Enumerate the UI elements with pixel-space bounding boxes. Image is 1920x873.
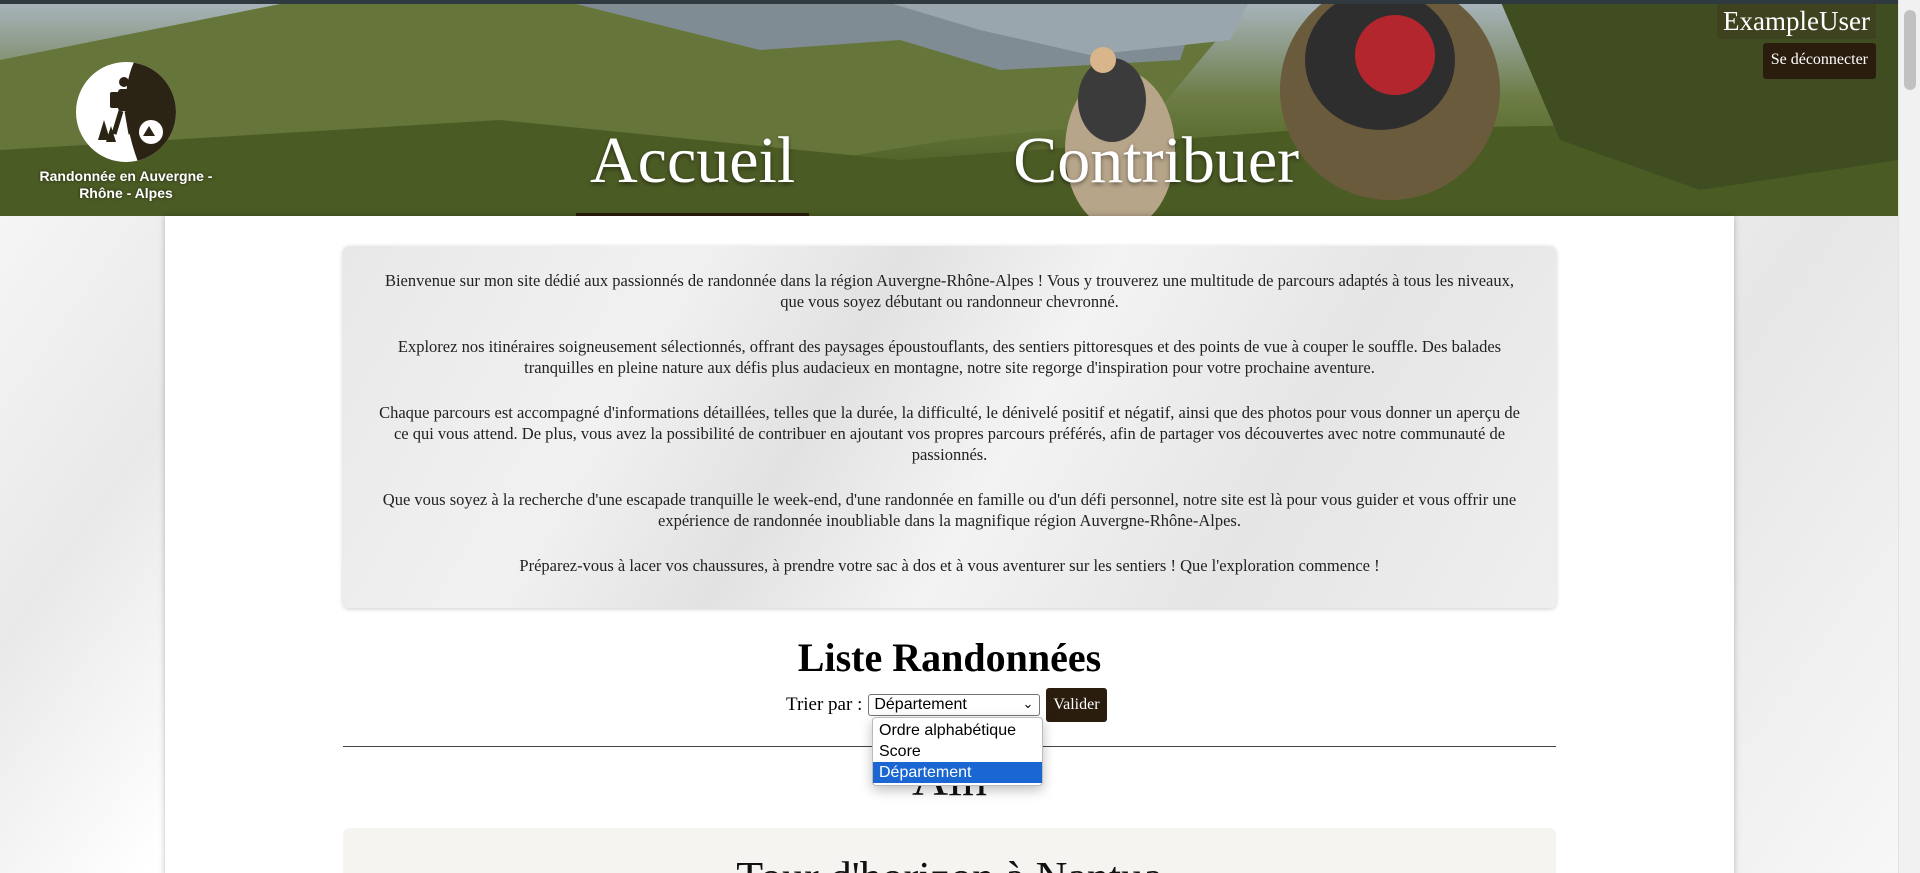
sort-select-value: Département xyxy=(874,696,967,713)
sort-option-score[interactable]: Score xyxy=(873,741,1042,762)
intro-panel: Bienvenue sur mon site dédié aux passion… xyxy=(343,246,1556,608)
top-border xyxy=(0,0,1898,4)
user-box: ExampleUser Se déconnecter xyxy=(1717,4,1876,79)
list-title: Liste Randonnées xyxy=(797,635,1102,680)
intro-paragraph: Que vous soyez à la recherche d'une esca… xyxy=(382,490,1517,530)
sort-select[interactable]: Département ⌄ xyxy=(868,694,1041,716)
scrollbar-thumb[interactable] xyxy=(1904,10,1916,90)
valider-button[interactable]: Valider xyxy=(1046,688,1107,722)
logo-text: Randonnée en Auvergne - Rhône - Alpes xyxy=(39,168,213,201)
hike-card[interactable]: Tour d'horizon à Nantua xyxy=(343,828,1556,873)
page-scrollbar[interactable] xyxy=(1898,0,1920,873)
username: ExampleUser xyxy=(1717,4,1876,39)
intro-paragraph: Explorez nos itinéraires soigneusement s… xyxy=(397,337,1502,377)
nav-contribuer[interactable]: Contribuer xyxy=(999,123,1313,216)
sort-label: Trier par : xyxy=(786,694,863,715)
sort-option-departement[interactable]: Département xyxy=(873,762,1042,783)
sort-dropdown-list: Ordre alphabétique Score Département xyxy=(872,717,1043,786)
intro-paragraph: Préparez-vous à lacer vos chaussures, à … xyxy=(519,556,1380,575)
intro-paragraph: Bienvenue sur mon site dédié aux passion… xyxy=(384,271,1515,311)
chevron-down-icon: ⌄ xyxy=(1022,696,1034,711)
site-logo[interactable]: Randonnée en Auvergne - Rhône - Alpes xyxy=(36,62,216,202)
header-banner: Randonnée en Auvergne - Rhône - Alpes Ac… xyxy=(0,0,1898,216)
nav-accueil[interactable]: Accueil xyxy=(576,123,810,216)
main-nav: Accueil Contribuer xyxy=(576,123,1313,216)
hiker-logo-icon xyxy=(76,62,176,162)
logout-button[interactable]: Se déconnecter xyxy=(1762,43,1876,79)
hike-title: Tour d'horizon à Nantua xyxy=(343,852,1556,873)
sort-option-alpha[interactable]: Ordre alphabétique xyxy=(873,720,1042,741)
intro-paragraph: Chaque parcours est accompagné d'informa… xyxy=(379,403,1520,464)
